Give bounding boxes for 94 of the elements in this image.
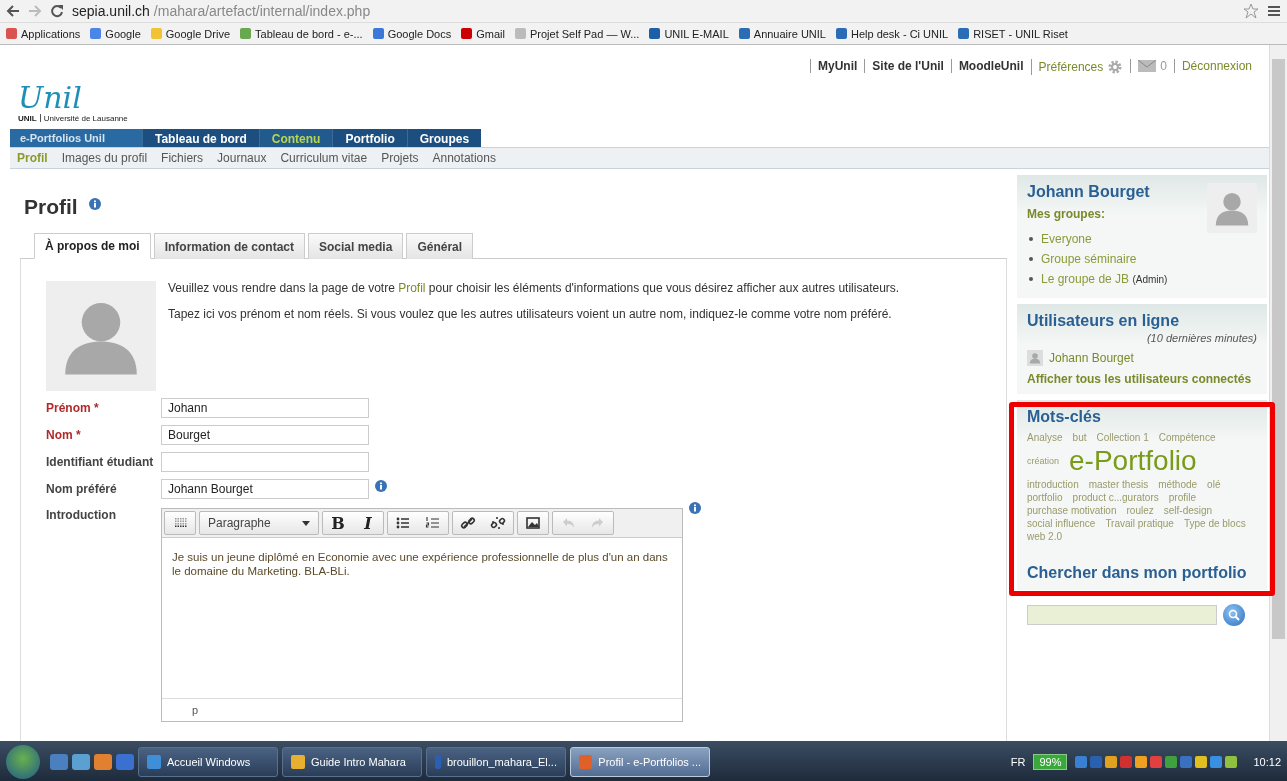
taskbar-button[interactable]: Accueil Windows — [138, 746, 278, 777]
subnav-tab[interactable]: Projets — [374, 149, 426, 167]
bullet-icon — [1029, 237, 1033, 241]
taskbar-button[interactable]: Profil - e-Portfolios ... — [570, 746, 710, 777]
menu-icon[interactable] — [1267, 4, 1281, 18]
bookmark-label[interactable]: UNIL E-MAIL — [664, 27, 729, 40]
quick-launch-icon[interactable] — [72, 753, 90, 770]
info-icon[interactable] — [375, 480, 387, 492]
bookmark[interactable]: Google Drive — [150, 27, 230, 40]
quick-launch-icon[interactable] — [50, 753, 68, 770]
logout-link[interactable]: Déconnexion — [1173, 59, 1259, 73]
editor-text: Je suis un jeune diplômé en Economie avec une expérience professionnelle de plus d'un an dans le domaine du Marketing. BLA-BLi. — [171, 550, 669, 579]
top-link[interactable]: Site de l'Unil — [864, 59, 951, 73]
bookmark[interactable]: Annuaire UNIL — [738, 27, 826, 40]
star-icon[interactable] — [1243, 3, 1259, 19]
search-button[interactable] — [1223, 604, 1245, 626]
nav-tab[interactable]: Tableau de bord — [142, 129, 259, 147]
tab[interactable]: À propos de moi — [34, 233, 151, 259]
rich-text-editor[interactable]: Paragraphe B I Je suis un jeune diplômé en Economie avec une expérience professionnelle de plus d'un an dans le domaine du Marketing. BLA-BLi. p — [161, 508, 683, 722]
tab[interactable]: Information de contact — [153, 233, 305, 259]
tab[interactable]: Général — [406, 233, 474, 259]
back-icon[interactable] — [6, 5, 20, 17]
settings-icon[interactable] — [1107, 59, 1124, 75]
format-dropdown[interactable]: Paragraphe — [200, 512, 318, 534]
nav-tab[interactable]: Contenu — [258, 129, 333, 147]
nav-tab[interactable]: Portfolio — [332, 129, 407, 147]
reload-icon[interactable] — [50, 4, 64, 18]
page-link[interactable]: Profil — [398, 281, 426, 295]
bookmark-label[interactable]: Google — [105, 27, 141, 40]
instruction-text: Veuillez vous rendre dans la page de votre Profil pour choisir les éléments d'informations que vous désirez afficher aux autres utilisateurs. — [168, 281, 900, 295]
subnav-tab[interactable]: Fichiers — [154, 149, 211, 167]
page-title: Profil — [24, 195, 78, 219]
clock[interactable]: 10:12 — [1253, 755, 1281, 768]
bookmark[interactable]: UNIL E-MAIL — [649, 27, 729, 40]
language-indicator[interactable]: FR — [1010, 755, 1026, 768]
search-field[interactable] — [1027, 605, 1217, 625]
site-name[interactable]: e-Portfolios Unil — [10, 129, 142, 147]
groups-heading: Mes groupes: — [1027, 207, 1106, 221]
caret-icon — [302, 520, 310, 526]
online-users-heading: Utilisateurs en ligne — [1027, 312, 1181, 330]
bullet-icon — [1029, 277, 1033, 281]
text-field[interactable]: Johann — [161, 398, 369, 418]
info-icon[interactable] — [689, 502, 701, 514]
profile-name[interactable]: Johann Bourget — [1027, 183, 1150, 201]
element-path: p — [162, 698, 682, 721]
subnav-tab[interactable]: Curriculum vitae — [273, 149, 375, 167]
quick-launch-icon[interactable] — [94, 753, 112, 770]
bookmark[interactable]: Google Docs — [372, 27, 452, 40]
start-button[interactable] — [6, 744, 40, 779]
search-heading: Chercher dans mon portfolio — [1027, 564, 1248, 582]
nav-tab[interactable]: Groupes — [406, 129, 482, 147]
search-icon — [1228, 609, 1240, 621]
bookmark-label[interactable]: Gmail — [476, 27, 505, 40]
bookmark[interactable]: Applications — [6, 27, 81, 40]
period-note: (10 dernières minutes) — [1145, 332, 1257, 344]
bookmark-label[interactable]: Google Drive — [165, 27, 230, 40]
bookmark[interactable]: Gmail — [461, 27, 505, 40]
hint-text: Tapez ici vos prénom et nom réels. Si vous voulez que les autres utilisateurs voient un autre nom, indiquez-le comme votre nom préféré. — [168, 307, 893, 321]
logo[interactable]: Unil — [18, 82, 128, 114]
role-note: (Admin) — [1132, 274, 1168, 285]
taskbar-button[interactable]: Guide Intro Mahara — [282, 746, 422, 777]
info-icon[interactable] — [88, 198, 101, 210]
bookmark-label[interactable]: Annuaire UNIL — [753, 27, 826, 40]
all-users-link[interactable]: Afficher tous les utilisateurs connectés — [1027, 372, 1257, 386]
field-label: Prénom * — [46, 401, 100, 415]
field-label: Introduction — [46, 508, 117, 522]
user-icon — [1027, 350, 1043, 366]
user-link[interactable]: Johann Bourget — [1049, 351, 1134, 365]
field-label: Identifiant étudiant — [46, 455, 155, 469]
text-field[interactable]: Johann Bourget — [161, 479, 369, 499]
bullet-icon — [1029, 257, 1033, 261]
scrollbar[interactable] — [1269, 45, 1287, 741]
field-label: Nom * — [46, 428, 82, 442]
subnav-tab[interactable]: Images du profil — [54, 149, 155, 167]
italic-button[interactable]: I — [353, 512, 383, 534]
quick-launch-icon[interactable] — [116, 753, 134, 770]
logo-caption: UNIL — [18, 114, 37, 123]
logo-caption: Université de Lausanne — [43, 114, 128, 123]
text-field[interactable]: Bourget — [161, 425, 369, 445]
bookmark-label[interactable]: Applications — [21, 27, 81, 40]
bookmark-label[interactable]: Google Docs — [387, 27, 452, 40]
tags-heading: Mots-clés — [1027, 408, 1102, 426]
top-link[interactable]: MyUnil — [810, 59, 865, 73]
subnav-tab[interactable]: Journaux — [210, 149, 274, 167]
field-label: Nom préféré — [46, 482, 118, 496]
text-field[interactable] — [161, 452, 369, 472]
preferences-link[interactable]: Préférences — [1038, 60, 1104, 74]
tab[interactable]: Social media — [308, 233, 404, 259]
subnav-tab[interactable]: Annotations — [425, 149, 503, 167]
bookmark[interactable]: Google — [90, 27, 141, 40]
bold-button[interactable]: B — [323, 512, 353, 534]
taskbar-button[interactable]: brouillon_mahara_El... — [426, 746, 566, 777]
mail-icon[interactable] — [1138, 60, 1157, 72]
top-link[interactable]: MoodleUnil — [950, 59, 1031, 73]
